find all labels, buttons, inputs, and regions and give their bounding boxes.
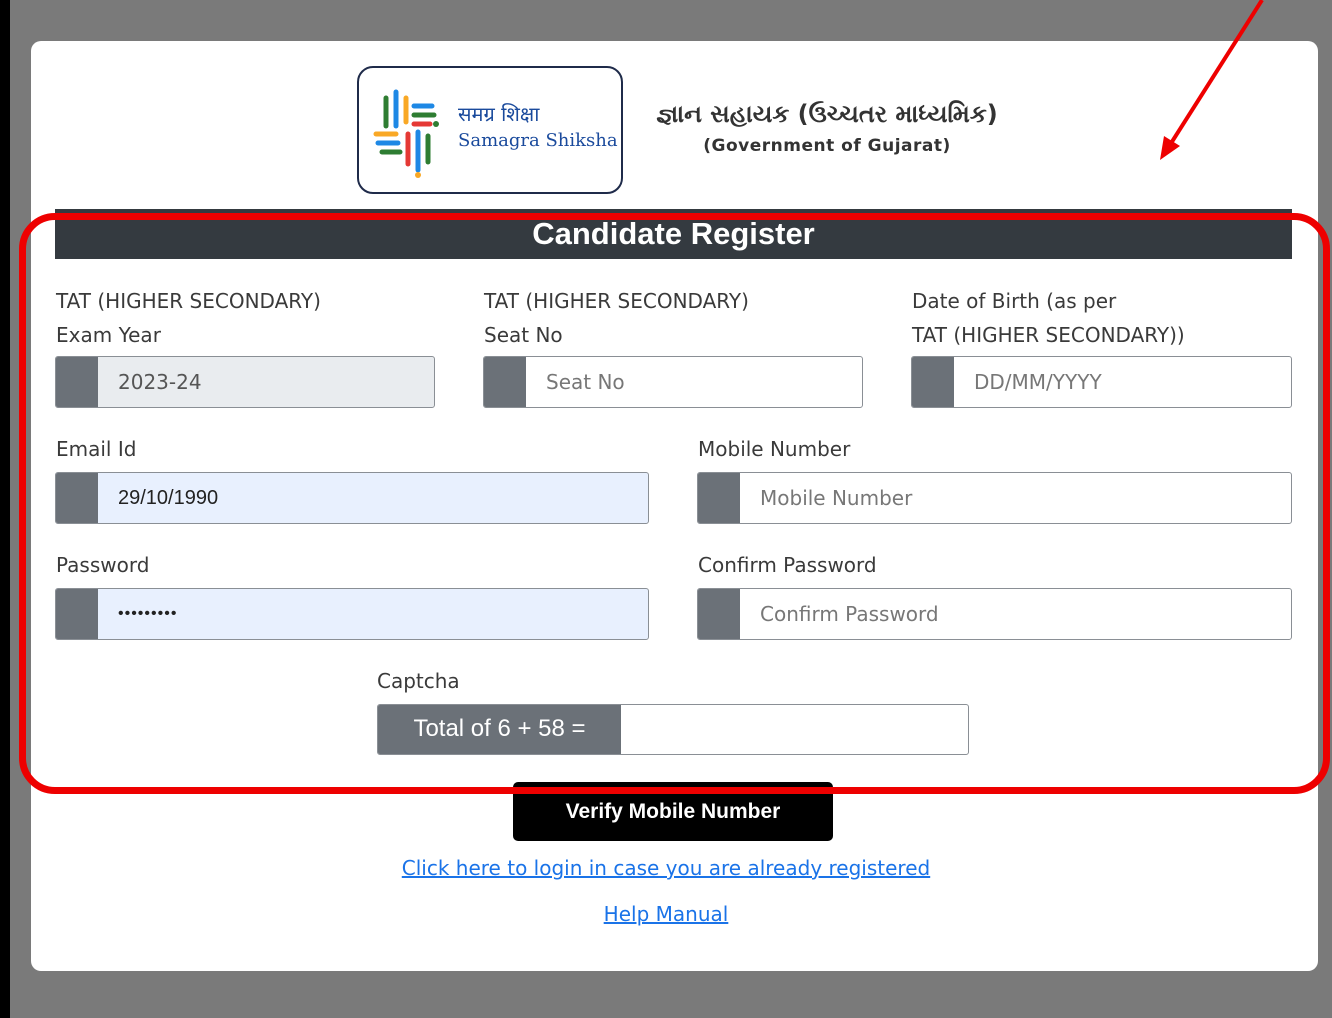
exam-year-label-line2: Exam Year [56, 323, 161, 347]
login-link[interactable]: Click here to login in case you are alre… [0, 856, 1332, 880]
dob-addon [912, 357, 954, 407]
seat-no-addon [484, 357, 526, 407]
exam-year-label-line1: TAT (HIGHER SECONDARY) [56, 289, 321, 313]
confirm-password-addon [698, 589, 740, 639]
mobile-input[interactable]: Mobile Number [697, 472, 1292, 524]
page-subtitle: (Government of Gujarat) [703, 136, 951, 156]
password-label: Password [56, 553, 150, 577]
exam-year-addon [56, 357, 98, 407]
page-title: જ્ઞાન સહાયક (ઉચ્ચતર માધ્યમિક) [656, 100, 998, 128]
dob-label-line2: TAT (HIGHER SECONDARY)) [912, 323, 1185, 347]
password-addon [56, 589, 98, 639]
captcha-label: Captcha [377, 669, 460, 693]
confirm-password-label: Confirm Password [698, 553, 877, 577]
captcha-input[interactable]: Total of 6 + 58 = [377, 704, 969, 755]
confirm-password-placeholder: Confirm Password [760, 602, 939, 626]
mobile-placeholder: Mobile Number [760, 486, 913, 510]
dob-placeholder: DD/MM/YYYY [974, 370, 1102, 394]
confirm-password-input[interactable]: Confirm Password [697, 588, 1292, 640]
mobile-addon [698, 473, 740, 523]
password-value: ••••••••• [118, 605, 178, 622]
logo-text-english: Samagra Shiksha [458, 130, 618, 151]
logo-text-hindi: समग्र शिक्षा [458, 102, 540, 126]
email-addon [56, 473, 98, 523]
password-input[interactable]: ••••••••• [55, 588, 649, 640]
seat-no-label-line2: Seat No [484, 323, 563, 347]
email-input[interactable]: 29/10/1990 [55, 472, 649, 524]
verify-mobile-button[interactable]: Verify Mobile Number [513, 782, 833, 841]
help-manual-link[interactable]: Help Manual [0, 902, 1332, 926]
dob-input[interactable]: DD/MM/YYYY [911, 356, 1292, 408]
samagra-shiksha-logo-icon [373, 89, 439, 178]
seat-no-placeholder: Seat No [546, 370, 625, 394]
seat-no-input[interactable]: Seat No [483, 356, 863, 408]
seat-no-label-line1: TAT (HIGHER SECONDARY) [484, 289, 749, 313]
exam-year-value: 2023-24 [118, 370, 202, 394]
captcha-question: Total of 6 + 58 = [378, 705, 621, 754]
email-value: 29/10/1990 [118, 487, 219, 509]
dob-label-line1: Date of Birth (as per [912, 289, 1117, 313]
mobile-label: Mobile Number [698, 437, 851, 461]
form-heading: Candidate Register [55, 209, 1292, 259]
email-label: Email Id [56, 437, 137, 461]
exam-year-field: 2023-24 [55, 356, 435, 408]
